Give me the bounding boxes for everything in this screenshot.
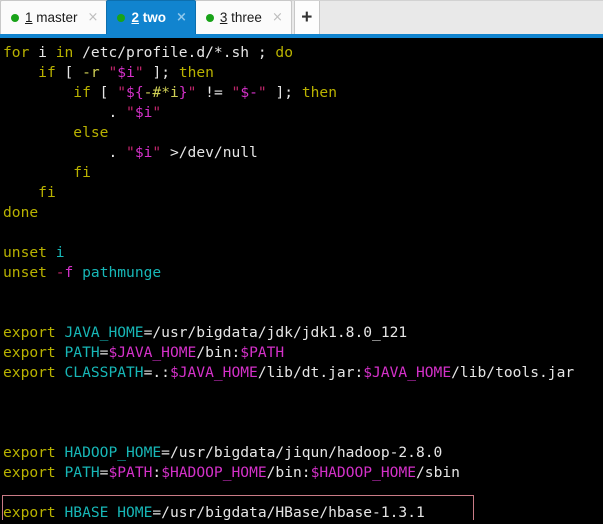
terminal-line: done xyxy=(3,204,39,221)
terminal-line: fi xyxy=(73,164,91,181)
tab-number: 3 xyxy=(219,10,228,25)
terminal-screen[interactable]: for i in /etc/profile.d/*.sh ; do if [ -… xyxy=(0,38,603,520)
terminal-line: export PATH=$PATH:$HADOOP_HOME/bin:$HADO… xyxy=(3,464,460,481)
terminal-line: fi xyxy=(38,184,56,201)
tab-label-three: 3 three xyxy=(220,10,262,25)
tab-label-master: 1 master xyxy=(25,10,78,25)
tab-number: 2 xyxy=(131,10,139,25)
close-icon[interactable]: × xyxy=(172,11,187,24)
terminal-line: else xyxy=(73,124,109,141)
tab-bar-empty-space xyxy=(319,0,603,34)
terminal-line: export HADOOP_HOME=/usr/bigdata/jiqun/ha… xyxy=(3,444,443,461)
tab-label-two: 2 two xyxy=(131,10,166,25)
tab-status-dot-icon xyxy=(205,13,214,22)
new-tab-button[interactable]: + xyxy=(293,0,320,34)
close-icon[interactable]: × xyxy=(84,11,99,24)
tab-two[interactable]: 2 two × xyxy=(106,0,196,34)
terminal-line: unset i xyxy=(3,244,65,261)
terminal-line: . "$i" >/dev/null xyxy=(108,144,258,161)
tab-master[interactable]: 1 master × xyxy=(0,0,108,34)
terminal-line: . "$i" xyxy=(108,104,162,121)
tab-title: two xyxy=(142,10,166,25)
terminal-line: unset -f pathmunge xyxy=(3,264,162,281)
terminal-line: export JAVA_HOME=/usr/bigdata/jdk/jdk1.8… xyxy=(3,324,408,341)
tab-three[interactable]: 3 three × xyxy=(194,0,292,34)
terminal-line: export PATH=$JAVA_HOME/bin:$PATH xyxy=(3,344,285,361)
tab-title: master xyxy=(36,10,78,25)
tab-status-dot-icon xyxy=(11,13,19,22)
tab-status-dot-icon xyxy=(117,13,126,22)
terminal-line: for i in /etc/profile.d/*.sh ; do xyxy=(3,44,293,61)
tab-title: three xyxy=(231,10,262,25)
close-icon[interactable]: × xyxy=(268,11,283,24)
terminal-line: export CLASSPATH=.:$JAVA_HOME/lib/dt.jar… xyxy=(3,364,575,381)
terminal-line: if [ "${-#*i}" != "$-" ]; then xyxy=(73,84,338,101)
tab-bar: 1 master × 2 two × 3 three × + xyxy=(0,0,603,38)
terminal-line-hbase-home: export HBASE_HOME=/usr/bigdata/HBase/hba… xyxy=(3,504,425,520)
terminal-line: if [ -r "$i" ]; then xyxy=(38,64,214,81)
tab-number: 1 xyxy=(25,10,33,25)
